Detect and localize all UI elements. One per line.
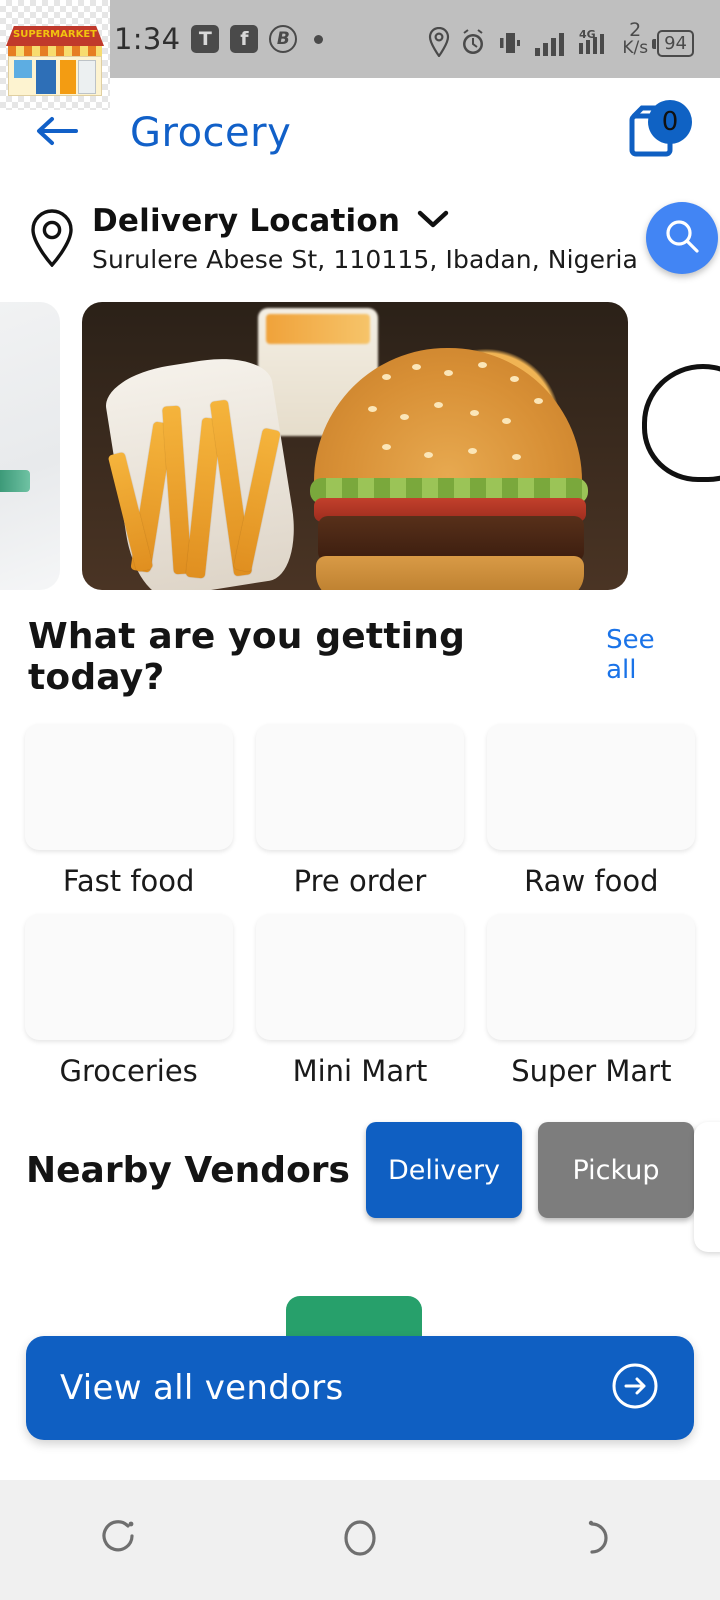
category-card[interactable]: PRE-ORDER xyxy=(0,0,464,850)
vendors-header: Nearby Vendors Delivery Pickup xyxy=(0,1088,720,1252)
vendors-title: Nearby Vendors xyxy=(26,1149,350,1191)
category-label: Groceries xyxy=(59,1054,198,1088)
search-button[interactable] xyxy=(645,202,718,274)
shopping-bag-icon xyxy=(622,105,688,168)
sesame-seed xyxy=(424,452,433,458)
page-title: Grocery xyxy=(130,110,292,156)
category-item-groceries[interactable]: Groceries xyxy=(0,0,233,1088)
back-button-nav[interactable] xyxy=(540,1480,660,1600)
sesame-seed xyxy=(510,376,519,382)
category-grid: Fast food PRE-ORDER Pre order Raw food xyxy=(0,0,720,1088)
home-circle-icon xyxy=(338,1514,382,1566)
data-rate-unit: K/s xyxy=(622,38,649,58)
category-label: Raw food xyxy=(524,864,659,898)
categories-title: What are you getting today? xyxy=(28,616,466,698)
recents-button[interactable] xyxy=(60,1480,180,1600)
category-item-mini-mart[interactable]: MINI·MARKET 50 Mini Mart xyxy=(0,0,464,1088)
delivery-toggle-button[interactable]: Delivery xyxy=(366,1122,522,1218)
data-rate-indicator: 2 K/s xyxy=(622,21,648,57)
view-all-vendors-button[interactable]: View all vendors xyxy=(26,1336,694,1440)
sesame-seed xyxy=(382,444,391,450)
chevron-down-icon[interactable] xyxy=(416,208,450,234)
back-arc-icon xyxy=(578,1516,622,1564)
arrow-right-circle-icon xyxy=(610,1361,660,1415)
signal-bars-icon xyxy=(534,29,568,57)
sesame-seed xyxy=(444,370,453,376)
pickup-toggle-button[interactable]: Pickup xyxy=(538,1122,694,1218)
category-label: Mini Mart xyxy=(292,1054,428,1088)
home-button[interactable] xyxy=(300,1480,420,1600)
bitcoin-circle-icon: B xyxy=(269,25,298,53)
sesame-seed xyxy=(470,410,479,416)
delivery-location-text: Delivery Location Surulere Abese St, 110… xyxy=(92,203,638,274)
status-bar-left: 1:34 T f B xyxy=(114,22,324,56)
category-card[interactable] xyxy=(0,0,696,850)
sesame-seed xyxy=(468,448,477,454)
carousel-slide-next[interactable] xyxy=(634,302,720,590)
category-item-super-mart[interactable]: SUPERMARKET Super Mart xyxy=(0,0,696,1088)
promo-carousel[interactable] xyxy=(0,292,720,592)
category-item-pre-order[interactable]: PRE-ORDER Pre order xyxy=(0,0,464,898)
fulfillment-toggle: Delivery Pickup xyxy=(366,1122,694,1218)
status-bar-clock: 1:34 xyxy=(114,22,181,56)
category-item-raw-food[interactable]: Raw food xyxy=(0,0,696,898)
android-nav-bar xyxy=(0,1480,720,1600)
battery-indicator: 94 xyxy=(657,30,694,57)
search-icon xyxy=(663,217,701,259)
delivery-location-label: Delivery Location xyxy=(92,202,401,239)
location-pin-icon xyxy=(26,209,78,267)
alarm-icon xyxy=(460,29,486,57)
status-bar-right: 4G 2 K/s 94 xyxy=(427,21,694,57)
see-all-link[interactable]: See all xyxy=(606,625,692,685)
recents-icon xyxy=(98,1516,142,1564)
sesame-seed xyxy=(502,418,511,424)
sesame-seed xyxy=(400,414,409,420)
category-item-fast-food[interactable]: Fast food xyxy=(0,0,233,898)
back-button[interactable] xyxy=(28,104,86,162)
sesame-seed xyxy=(382,374,391,380)
sesame-seed xyxy=(534,398,543,404)
toggle-overflow-card[interactable] xyxy=(694,1122,720,1252)
cart-count-badge: 0 xyxy=(648,100,692,144)
delivery-location-header[interactable]: Delivery Location xyxy=(92,203,638,239)
network-4g-icon: 4G xyxy=(577,27,613,57)
category-card[interactable] xyxy=(0,0,233,1040)
sesame-seed xyxy=(478,362,487,368)
sesame-seed xyxy=(412,364,421,370)
category-card[interactable]: SUPERMARKET xyxy=(0,0,696,1040)
category-card[interactable] xyxy=(0,0,233,850)
category-label: Fast food xyxy=(62,864,195,898)
arrow-left-icon xyxy=(34,111,80,155)
facebook-icon: f xyxy=(230,25,259,53)
dot-indicator-icon xyxy=(314,34,324,44)
delivery-address: Surulere Abese St, 110115, Ibadan, Niger… xyxy=(92,244,638,274)
cart-button[interactable]: 0 xyxy=(622,98,692,168)
sesame-seed xyxy=(368,406,377,412)
category-label: Pre order xyxy=(293,864,427,898)
location-pin-icon xyxy=(427,27,451,57)
view-all-vendors-label: View all vendors xyxy=(60,1368,344,1408)
app-screen: 1:34 T f B 4G 2 K/s 94 Grocery 0 Deliver… xyxy=(0,0,720,1600)
vibrate-icon xyxy=(495,29,525,57)
burger-bottom-bun-image xyxy=(316,556,584,590)
sesame-seed xyxy=(512,454,521,460)
categories-header: What are you getting today? See all xyxy=(0,592,720,698)
carousel-slide-active[interactable] xyxy=(82,302,628,590)
t-badge-icon: T xyxy=(191,25,220,53)
sesame-seed xyxy=(434,402,443,408)
category-label: Super Mart xyxy=(511,1054,672,1088)
carousel-slide-prev[interactable] xyxy=(0,302,60,590)
delivery-location-row[interactable]: Delivery Location Surulere Abese St, 110… xyxy=(0,188,720,284)
category-card[interactable]: MINI·MARKET 50 xyxy=(0,0,464,1040)
